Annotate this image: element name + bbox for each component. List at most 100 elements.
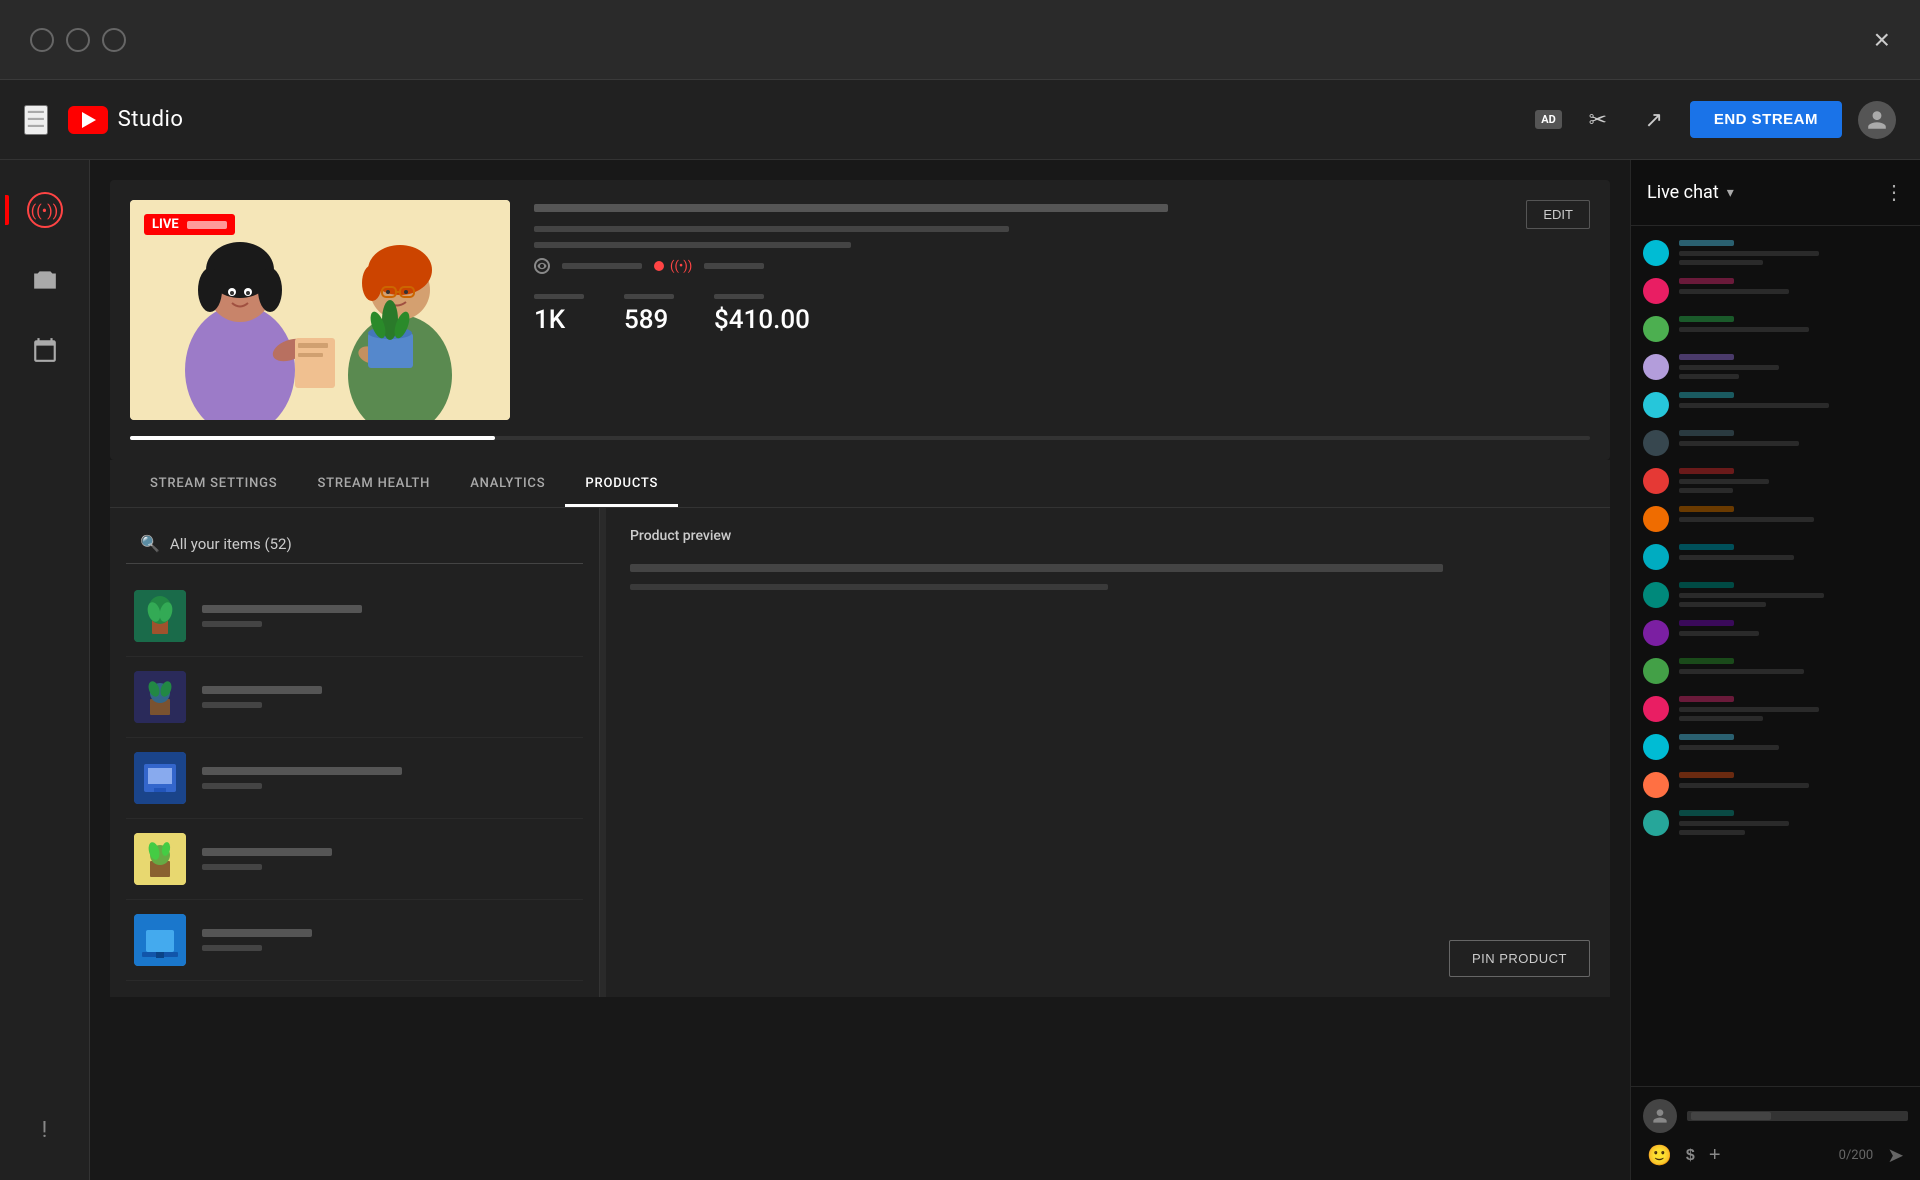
top-actions: AD ✂ ↗ END STREAM <box>1535 100 1896 140</box>
sidebar-item-camera[interactable] <box>15 250 75 310</box>
chat-name-bar <box>1679 658 1734 664</box>
pin-product-button[interactable]: PIN PRODUCT <box>1449 940 1590 977</box>
chat-text-bar <box>1679 783 1809 788</box>
chat-name-bar <box>1679 810 1734 816</box>
chat-message <box>1631 386 1920 424</box>
product-info-4 <box>202 848 575 870</box>
chat-avatar <box>1643 506 1669 532</box>
chat-send-btn[interactable]: ➤ <box>1887 1143 1904 1168</box>
youtube-logo <box>68 106 108 134</box>
list-item[interactable] <box>126 819 583 900</box>
live-dot-indicator <box>654 261 664 271</box>
chat-message-content <box>1679 620 1908 636</box>
list-item[interactable] <box>126 900 583 981</box>
chat-message <box>1631 538 1920 576</box>
tab-stream-health[interactable]: STREAM HEALTH <box>297 460 450 507</box>
chat-avatar <box>1643 810 1669 836</box>
chat-text-bar <box>1679 745 1779 750</box>
product-thumbnail-4 <box>134 833 186 885</box>
chat-message-content <box>1679 278 1908 294</box>
chat-message-content <box>1679 240 1908 265</box>
product-image-2 <box>134 671 186 723</box>
sidebar-item-live[interactable]: ((•)) <box>15 180 75 240</box>
chat-input-row <box>1643 1099 1908 1133</box>
chat-input-box[interactable] <box>1687 1111 1908 1121</box>
duration-bar <box>704 263 764 269</box>
product-preview-panel: Product preview <box>606 508 1610 997</box>
chat-text-bar <box>1679 479 1769 484</box>
chat-avatar <box>1643 658 1669 684</box>
product-price-bar-4 <box>202 864 262 870</box>
product-price-bar-1 <box>202 621 262 627</box>
scissors-icon-btn[interactable]: ✂ <box>1578 100 1618 140</box>
chat-text-bar <box>1679 289 1789 294</box>
chat-text-bar <box>1679 517 1814 522</box>
stream-thumbnail: LIVE <box>130 200 510 420</box>
product-image-4 <box>134 833 186 885</box>
stream-info-panel: EDIT <box>534 200 1590 420</box>
chat-name-bar <box>1679 468 1734 474</box>
chat-more-options-btn[interactable]: ⋮ <box>1884 180 1904 205</box>
stream-tag-placeholder <box>534 242 851 248</box>
stream-preview-container: LIVE <box>110 180 1610 460</box>
chat-text-bar <box>1679 251 1819 256</box>
window-close-btn[interactable]: × <box>1874 26 1890 54</box>
window-chrome: × <box>0 0 1920 80</box>
edit-button[interactable]: EDIT <box>1526 200 1590 229</box>
sidebar-item-calendar[interactable] <box>15 320 75 380</box>
chat-message <box>1631 310 1920 348</box>
sidebar-bottom: ! <box>15 1100 75 1180</box>
chat-message-content <box>1679 658 1908 674</box>
chat-dropdown-arrow-icon[interactable]: ▾ <box>1727 185 1734 201</box>
chat-message-content <box>1679 696 1908 721</box>
chat-message-content <box>1679 316 1908 332</box>
chat-avatar <box>1643 240 1669 266</box>
chat-user-avatar <box>1643 1099 1677 1133</box>
window-close-circle-btn[interactable] <box>102 28 126 52</box>
product-image-3 <box>134 752 186 804</box>
tab-stream-settings[interactable]: STREAM SETTINGS <box>130 460 297 507</box>
tabs-container: STREAM SETTINGS STREAM HEALTH ANALYTICS … <box>110 460 1610 508</box>
product-name-bar-1 <box>202 605 362 613</box>
chat-text-bar-2 <box>1679 602 1766 607</box>
chat-char-counter: 0/200 <box>1839 1148 1874 1163</box>
chat-avatar <box>1643 544 1669 570</box>
tab-analytics[interactable]: ANALYTICS <box>450 460 565 507</box>
superchat-btn[interactable]: $ <box>1686 1147 1695 1165</box>
chat-text-bar-2 <box>1679 374 1739 379</box>
chat-name-bar <box>1679 354 1734 360</box>
chat-avatar <box>1643 354 1669 380</box>
ad-badge: AD <box>1535 110 1562 129</box>
chat-message-content <box>1679 544 1908 560</box>
left-sidebar: ((•)) ! <box>0 160 90 1180</box>
user-avatar-btn[interactable] <box>1858 101 1896 139</box>
emoji-btn[interactable]: 🙂 <box>1647 1143 1672 1168</box>
window-minimize-btn[interactable] <box>30 28 54 52</box>
chat-avatar <box>1643 316 1669 342</box>
main-layout: ((•)) ! LIVE <box>0 160 1920 1180</box>
chat-message <box>1631 728 1920 766</box>
window-maximize-btn[interactable] <box>66 28 90 52</box>
chat-name-bar <box>1679 240 1734 246</box>
list-item[interactable] <box>126 738 583 819</box>
share-icon-btn[interactable]: ↗ <box>1634 100 1674 140</box>
menu-icon[interactable]: ☰ <box>24 105 48 135</box>
logo-area: Studio <box>68 106 1536 134</box>
products-search-bar[interactable]: 🔍 All your items (52) <box>126 524 583 564</box>
chat-message-content <box>1679 582 1908 607</box>
list-item[interactable] <box>126 657 583 738</box>
stream-main: LIVE <box>130 200 1590 420</box>
live-dot: ((•)) <box>31 201 59 220</box>
sidebar-item-feedback[interactable]: ! <box>15 1100 75 1160</box>
chat-name-bar <box>1679 544 1734 550</box>
live-text: ((•)) <box>670 259 692 274</box>
add-btn[interactable]: + <box>1709 1144 1721 1167</box>
end-stream-button[interactable]: END STREAM <box>1690 101 1842 138</box>
feedback-icon: ! <box>42 1118 48 1143</box>
chat-message <box>1631 614 1920 652</box>
tab-products[interactable]: PRODUCTS <box>565 460 678 507</box>
list-item[interactable] <box>126 576 583 657</box>
stream-meta-row: ((•)) <box>534 258 1590 274</box>
chat-avatar <box>1643 278 1669 304</box>
live-badge-bar <box>187 221 227 229</box>
